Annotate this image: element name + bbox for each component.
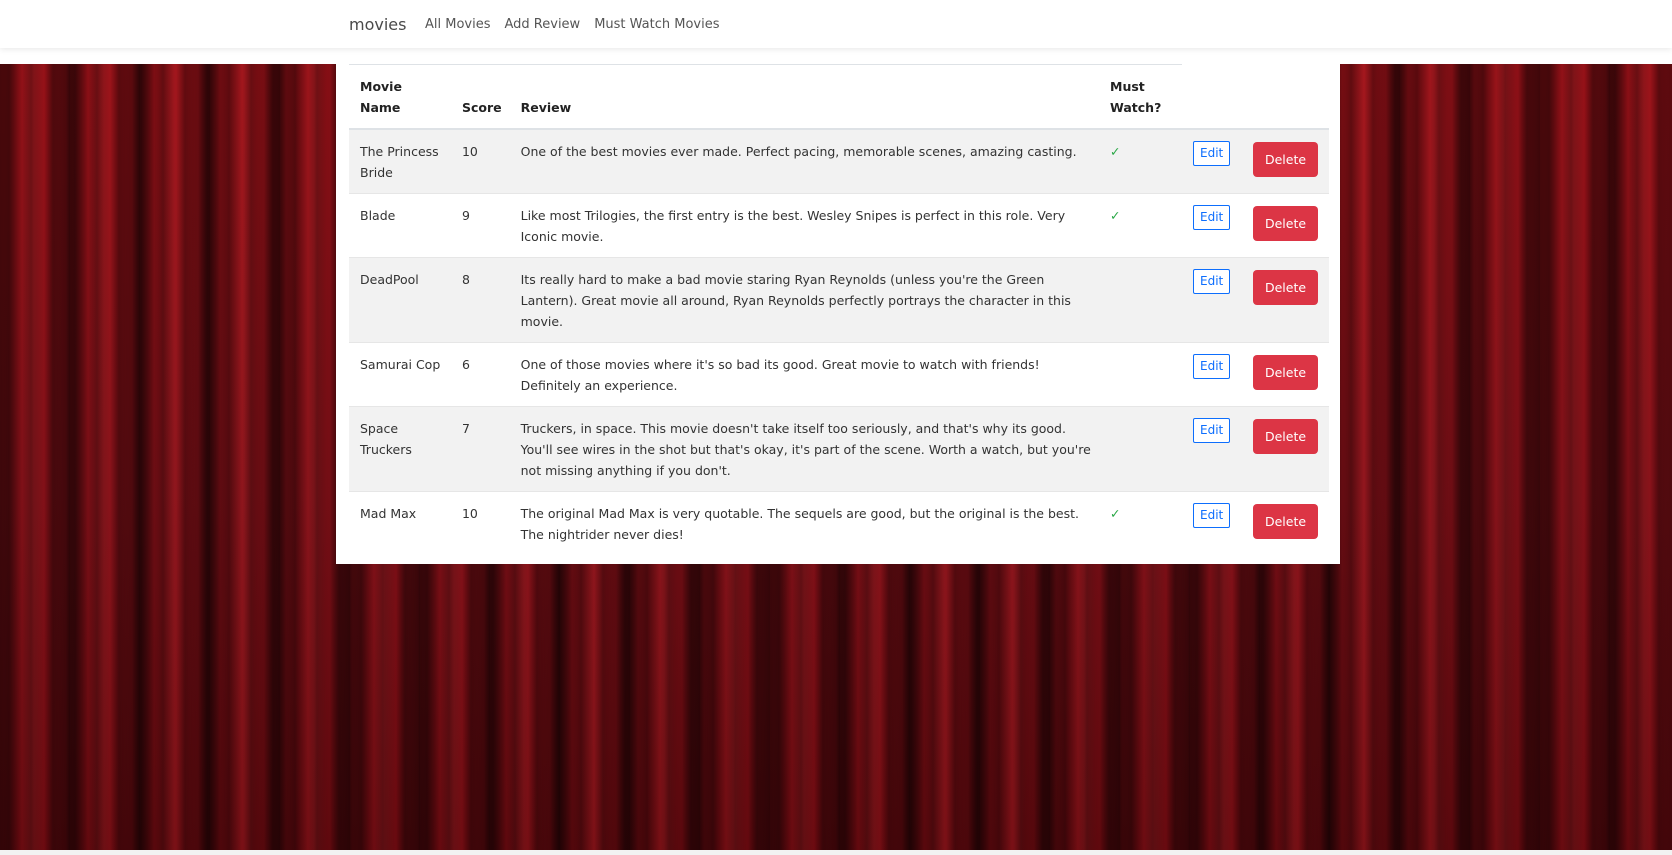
movie-name-cell: Samurai Cop: [349, 342, 451, 407]
edit-cell: Edit: [1182, 257, 1242, 343]
delete-cell: Delete: [1241, 491, 1329, 555]
edit-button[interactable]: Edit: [1193, 205, 1231, 230]
edit-button[interactable]: Edit: [1193, 418, 1231, 443]
delete-cell: Delete: [1241, 193, 1329, 258]
navbar: movies All Movies Add Review Must Watch …: [0, 0, 1672, 48]
edit-cell: Edit: [1182, 342, 1242, 407]
movie-name-cell: The Princess Bride: [349, 128, 451, 194]
header-movie-name-line2: Name: [360, 100, 401, 115]
edit-button[interactable]: Edit: [1193, 503, 1231, 528]
score-cell: 8: [450, 257, 510, 343]
header-review: Review: [509, 64, 1100, 130]
nav-link-all-movies[interactable]: All Movies: [425, 17, 491, 32]
must-watch-cell: [1099, 342, 1182, 407]
score-cell: 10: [450, 491, 510, 555]
nav-link-must-watch[interactable]: Must Watch Movies: [594, 17, 719, 32]
must-watch-cell: [1099, 257, 1182, 343]
delete-cell: Delete: [1241, 128, 1329, 194]
movie-name-cell: Mad Max: [349, 491, 451, 555]
nav-link-add-review[interactable]: Add Review: [505, 17, 581, 32]
table-row: Space Truckers 7 Truckers, in space. Thi…: [349, 406, 1329, 492]
header-score: Score: [450, 64, 510, 130]
reviews-panel: Movie Name Score Review Must Watch? The …: [336, 64, 1340, 564]
header-must-watch: Must Watch?: [1099, 64, 1182, 130]
delete-button[interactable]: Delete: [1252, 206, 1319, 241]
movie-name-cell: Blade: [349, 193, 451, 258]
table-row: DeadPool 8 Its really hard to make a bad…: [349, 257, 1329, 343]
delete-button[interactable]: Delete: [1252, 504, 1319, 539]
edit-button[interactable]: Edit: [1193, 269, 1231, 294]
delete-cell: Delete: [1241, 406, 1329, 492]
delete-button[interactable]: Delete: [1252, 419, 1319, 454]
review-cell: One of the best movies ever made. Perfec…: [509, 128, 1100, 194]
score-cell: 6: [450, 342, 510, 407]
brand-link[interactable]: movies: [349, 15, 406, 34]
must-watch-cell: ✓: [1099, 491, 1182, 555]
header-must-watch-line2: Watch?: [1110, 100, 1162, 115]
edit-button[interactable]: Edit: [1193, 354, 1231, 379]
header-movie-name-line1: Movie: [360, 79, 402, 94]
delete-button[interactable]: Delete: [1252, 355, 1319, 390]
check-icon: ✓: [1110, 506, 1121, 521]
table-row: Blade 9 Like most Trilogies, the first e…: [349, 193, 1329, 258]
check-icon: ✓: [1110, 208, 1121, 223]
edit-cell: Edit: [1182, 128, 1242, 194]
movie-name-cell: Space Truckers: [349, 406, 451, 492]
review-cell: Like most Trilogies, the first entry is …: [509, 193, 1100, 258]
table-header-row: Movie Name Score Review Must Watch?: [349, 64, 1329, 130]
score-cell: 9: [450, 193, 510, 258]
page-bottom-strip: [0, 850, 1672, 855]
delete-button[interactable]: Delete: [1252, 270, 1319, 305]
table-row: Mad Max 10 The original Mad Max is very …: [349, 491, 1329, 555]
edit-cell: Edit: [1182, 491, 1242, 555]
header-must-watch-line1: Must: [1110, 79, 1145, 94]
edit-cell: Edit: [1182, 406, 1242, 492]
nav-links: All Movies Add Review Must Watch Movies: [425, 17, 720, 32]
review-cell: One of those movies where it's so bad it…: [509, 342, 1100, 407]
score-cell: 7: [450, 406, 510, 492]
header-edit-spacer: [1182, 64, 1242, 130]
delete-cell: Delete: [1241, 342, 1329, 407]
edit-button[interactable]: Edit: [1193, 141, 1231, 166]
delete-cell: Delete: [1241, 257, 1329, 343]
score-cell: 10: [450, 128, 510, 194]
header-movie-name: Movie Name: [349, 64, 451, 130]
must-watch-cell: ✓: [1099, 128, 1182, 194]
table-row: The Princess Bride 10 One of the best mo…: [349, 128, 1329, 194]
reviews-table: Movie Name Score Review Must Watch? The …: [349, 64, 1329, 555]
header-delete-spacer: [1241, 64, 1329, 130]
check-icon: ✓: [1110, 144, 1121, 159]
movie-name-cell: DeadPool: [349, 257, 451, 343]
delete-button[interactable]: Delete: [1252, 142, 1319, 177]
review-cell: The original Mad Max is very quotable. T…: [509, 491, 1100, 555]
edit-cell: Edit: [1182, 193, 1242, 258]
must-watch-cell: ✓: [1099, 193, 1182, 258]
review-cell: Truckers, in space. This movie doesn't t…: [509, 406, 1100, 492]
table-row: Samurai Cop 6 One of those movies where …: [349, 342, 1329, 407]
must-watch-cell: [1099, 406, 1182, 492]
review-cell: Its really hard to make a bad movie star…: [509, 257, 1100, 343]
